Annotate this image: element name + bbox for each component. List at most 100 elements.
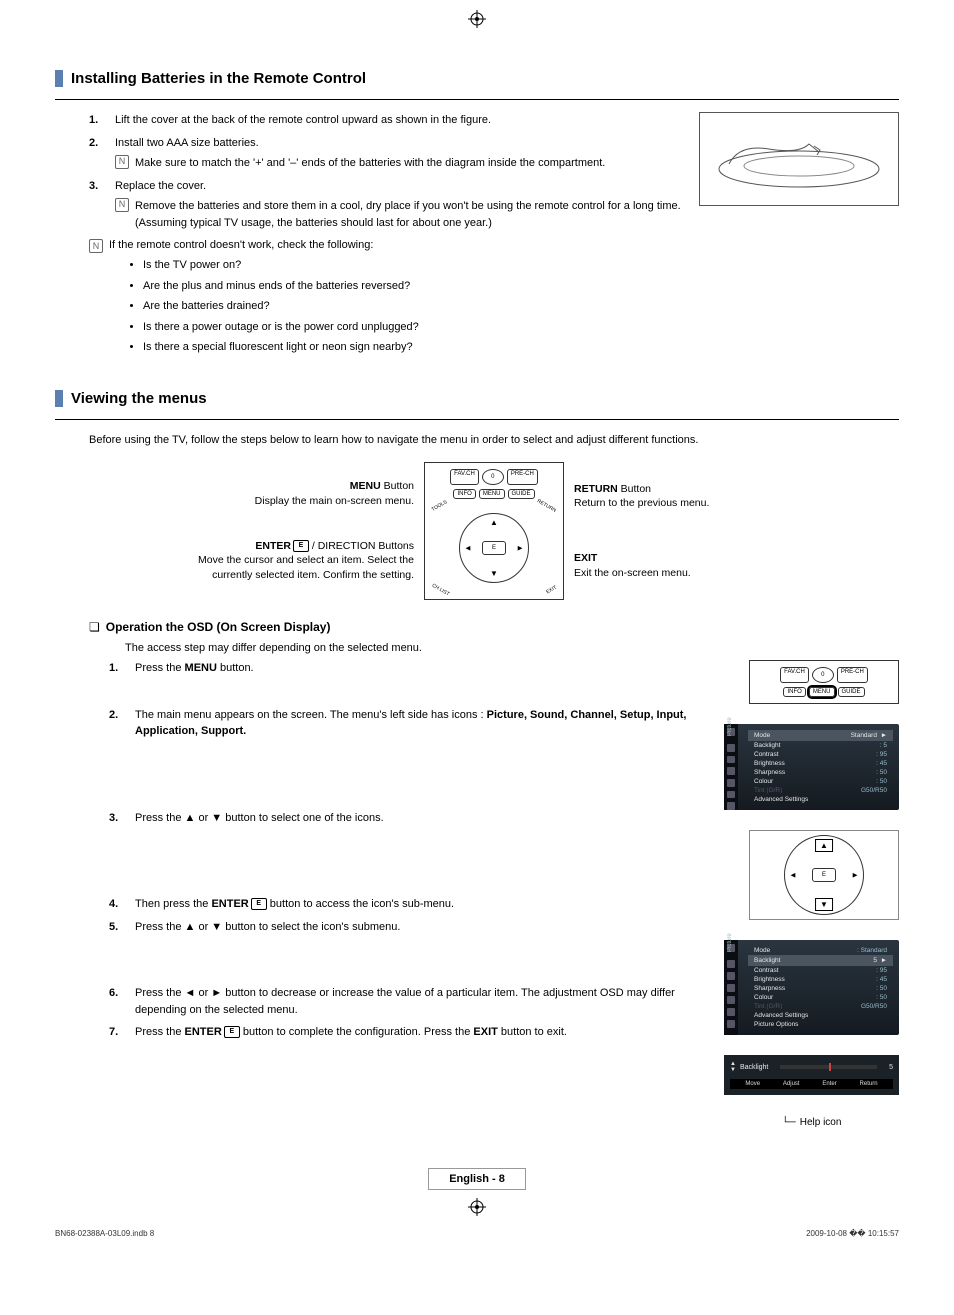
osd-row: Contrast: 95 bbox=[748, 750, 893, 759]
osd-step-3: 3. Press the ▲ or ▼ button to select one… bbox=[109, 810, 708, 827]
zero-button: 0 bbox=[812, 667, 834, 683]
registration-mark-top bbox=[468, 10, 486, 28]
osd-item-value: 50 bbox=[880, 769, 887, 776]
troubleshoot-item: Is the TV power on? bbox=[143, 257, 683, 274]
favch-button: FAV.CH bbox=[780, 667, 809, 683]
enter-icon bbox=[222, 1026, 240, 1038]
favch-button: FAV.CH bbox=[450, 469, 479, 485]
note-icon: N bbox=[115, 198, 129, 212]
osd-row: Contrast: 95 bbox=[748, 966, 893, 975]
osd-item-value: G50/R50 bbox=[861, 787, 887, 794]
slider-label: Backlight bbox=[740, 1064, 768, 1071]
troubleshoot-item: Are the plus and minus ends of the batte… bbox=[143, 278, 683, 295]
troubleshoot-item: Is there a power outage or is the power … bbox=[143, 319, 683, 336]
osd-step-7-mid: button to complete the configuration. Pr… bbox=[240, 1026, 474, 1038]
osd-step-4-pre: Then press the bbox=[135, 898, 211, 910]
osd-step-7-post: button to exit. bbox=[498, 1026, 567, 1038]
osd-row: Advanced Settings bbox=[748, 795, 893, 804]
osd-submenu-panel: Picture Mode: Standard Backlight 5 ► Con… bbox=[724, 940, 899, 1035]
battery-figure bbox=[699, 112, 899, 206]
osd-step-1-post: button. bbox=[217, 662, 254, 674]
osd-item-value: 5 bbox=[883, 742, 887, 749]
osd-row-dim: Tint (G/R) G50/R50 bbox=[748, 786, 893, 795]
help-move: Move bbox=[745, 1081, 760, 1087]
osd-item-label: Brightness bbox=[754, 976, 785, 983]
prech-button: PRE-CH bbox=[837, 667, 868, 683]
osd-item-label: Sharpness bbox=[754, 985, 785, 992]
step-2: 2. Install two AAA size batteries. N Mak… bbox=[89, 135, 683, 172]
osd-step-4-bold: ENTER bbox=[211, 898, 248, 910]
osd-step-1-bold: MENU bbox=[185, 662, 217, 674]
exit-desc: Exit the on-screen menu. bbox=[574, 567, 691, 579]
osd-row: Mode: Standard bbox=[748, 946, 893, 955]
osd-item-label: Colour bbox=[754, 994, 773, 1001]
osd-item-label: Mode bbox=[754, 947, 770, 954]
square-bullet-icon: ❏ bbox=[89, 620, 100, 634]
step-3: 3. Replace the cover. N Remove the batte… bbox=[89, 178, 683, 232]
slider-panel: ▲▼ Backlight 5 Move Adjust Enter Return bbox=[724, 1055, 899, 1095]
step-3-note: Remove the batteries and store them in a… bbox=[135, 198, 683, 231]
dpad-fragment: ▲ ▼ ◄ ► E bbox=[749, 830, 899, 920]
osd-item-value: 50 bbox=[880, 994, 887, 1001]
osd-row: Colour: 50 bbox=[748, 993, 893, 1002]
picture-tab-label: Picture bbox=[727, 944, 735, 952]
help-icon-label: Help icon bbox=[800, 1117, 842, 1128]
guide-button: GUIDE bbox=[508, 489, 535, 499]
help-adjust: Adjust bbox=[783, 1081, 800, 1087]
osd-item-value: 50 bbox=[880, 985, 887, 992]
osd-item-label: Picture Options bbox=[754, 1021, 798, 1028]
remote-box: FAV.CH 0 PRE-CH INFO MENU GUIDE TOOLS RE… bbox=[424, 462, 564, 600]
osd-head-row: Mode Standard ► bbox=[748, 730, 893, 741]
registration-mark-bottom bbox=[55, 1198, 899, 1219]
osd-item-label: Colour bbox=[754, 778, 773, 785]
return-button-label: RETURN bbox=[574, 483, 618, 495]
osd-item-label: Tint (G/R) bbox=[754, 787, 782, 794]
osd-step-2-pre: The main menu appears on the screen. The… bbox=[135, 709, 487, 721]
picture-tab-label: Picture bbox=[727, 728, 735, 736]
note-icon: N bbox=[115, 155, 129, 169]
right-figures: FAV.CH 0 PRE-CH INFO MENU GUIDE Picture bbox=[724, 660, 899, 1128]
osd-item-label: Backlight bbox=[754, 742, 780, 749]
menu-button-highlighted: MENU bbox=[809, 687, 835, 697]
osd-step-5: 5. Press the ▲ or ▼ button to select the… bbox=[109, 919, 708, 936]
return-button-suffix: Button bbox=[618, 483, 651, 495]
troubleshoot-item: Is there a special fluorescent light or … bbox=[143, 339, 683, 356]
chlist-label: CH LIST bbox=[431, 583, 451, 598]
zero-button: 0 bbox=[482, 469, 504, 485]
osd-item-value: 50 bbox=[880, 778, 887, 785]
enter-icon bbox=[291, 540, 309, 552]
osd-step-1-pre: Press the bbox=[135, 662, 185, 674]
exit-label: EXIT bbox=[545, 585, 558, 596]
osd-step-1: 1. Press the MENU button. bbox=[109, 660, 708, 677]
osd-picture-panel: Picture Mode Standard ► Backlight: 5 Con… bbox=[724, 724, 899, 810]
page-label: English - 8 bbox=[428, 1168, 526, 1190]
remote-fragment: FAV.CH 0 PRE-CH INFO MENU GUIDE bbox=[749, 660, 899, 704]
footer: BN68-02388A-03L09.indb 8 2009-10-08 �� 1… bbox=[55, 1229, 899, 1238]
menus-content: Before using the TV, follow the steps be… bbox=[55, 432, 899, 1129]
menu-button-desc: Display the main on-screen menu. bbox=[255, 495, 414, 507]
osd-step-7-bold1: ENTER bbox=[185, 1026, 222, 1038]
osd-row: Backlight: 5 bbox=[748, 741, 893, 750]
enter-desc: Move the cursor and select an item. Sele… bbox=[198, 554, 414, 581]
tools-label: TOOLS bbox=[431, 499, 449, 513]
menu-button: MENU bbox=[479, 489, 505, 499]
section-title-menus: Viewing the menus bbox=[55, 390, 899, 407]
help-return: Return bbox=[860, 1081, 878, 1087]
osd-row: Brightness: 45 bbox=[748, 759, 893, 768]
osd-step-2: 2. The main menu appears on the screen. … bbox=[109, 707, 708, 740]
step-1-text: Lift the cover at the back of the remote… bbox=[115, 114, 491, 126]
return-desc: Return to the previous menu. bbox=[574, 497, 709, 509]
osd-item-value: 5 bbox=[873, 957, 877, 964]
info-button: INFO bbox=[783, 687, 805, 697]
osd-item-value: 95 bbox=[880, 751, 887, 758]
footer-left: BN68-02388A-03L09.indb 8 bbox=[55, 1229, 154, 1238]
step-3-text: Replace the cover. bbox=[115, 180, 206, 192]
osd-row: Sharpness: 50 bbox=[748, 768, 893, 777]
return-label: RETURN bbox=[536, 498, 557, 514]
osd-step-7: 7. Press the ENTER button to complete th… bbox=[109, 1024, 708, 1041]
osd-item-label: Tint (G/R) bbox=[754, 1003, 782, 1010]
osd-row: Advanced Settings bbox=[748, 1011, 893, 1020]
osd-item-label: Contrast bbox=[754, 751, 779, 758]
note-icon: N bbox=[89, 239, 103, 253]
osd-step-5-text: Press the ▲ or ▼ button to select the ic… bbox=[135, 921, 400, 933]
